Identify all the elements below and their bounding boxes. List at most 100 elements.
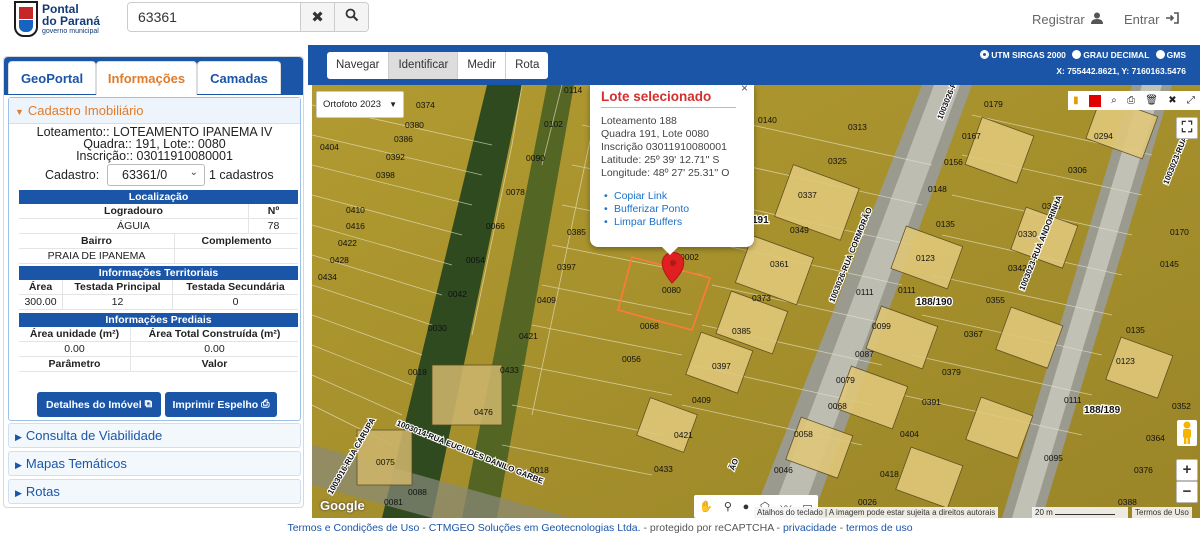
cadastro-imobiliario-section: ▼ Cadastro Imobiliário Loteamento:: LOTEA… xyxy=(8,97,301,421)
panel-tabs: GeoPortal Informações Camadas xyxy=(4,57,303,95)
svg-text:0392: 0392 xyxy=(386,152,405,162)
bufferizar-ponto-link[interactable]: Bufferizar Ponto xyxy=(604,204,689,216)
cadastro-select[interactable]: 63361/0 ⌄ xyxy=(107,164,205,186)
consulta-viabilidade-header[interactable]: ▶ Consulta de Viabilidade xyxy=(8,423,301,448)
register-link[interactable]: Registrar xyxy=(1032,12,1104,27)
close-popup-icon[interactable]: × xyxy=(741,85,748,95)
svg-text:0352: 0352 xyxy=(1172,401,1191,411)
fullscreen-button[interactable]: ⛶ xyxy=(1176,117,1198,139)
radio-gms[interactable] xyxy=(1155,50,1165,59)
search-button[interactable] xyxy=(334,3,368,31)
caret-down-icon: ▼ xyxy=(15,107,24,117)
svg-text:0410: 0410 xyxy=(346,205,365,215)
imprimir-espelho-button[interactable]: Imprimir Espelho ⎙ xyxy=(165,392,277,417)
svg-text:0386: 0386 xyxy=(394,134,413,144)
search-input[interactable] xyxy=(128,3,300,31)
detalhes-imovel-button[interactable]: Detalhes do Imóvel ⧉ xyxy=(37,392,161,417)
zoom-out-button[interactable]: − xyxy=(1176,481,1198,503)
svg-text:0421: 0421 xyxy=(519,331,538,341)
cadastro-row: Cadastro: 63361/0 ⌄ 1 cadastros xyxy=(9,164,300,186)
tool-navegar[interactable]: Navegar xyxy=(327,52,390,79)
svg-text:0355: 0355 xyxy=(986,295,1005,305)
terms-of-use-link[interactable]: termos de uso xyxy=(846,522,913,534)
svg-text:0434: 0434 xyxy=(318,272,337,282)
svg-text:0376: 0376 xyxy=(1134,465,1153,475)
hand-icon[interactable]: ✋ xyxy=(699,500,713,513)
signal-icon[interactable]: ▮ xyxy=(1073,95,1079,106)
svg-text:0046: 0046 xyxy=(774,465,793,475)
svg-text:0056: 0056 xyxy=(622,354,641,364)
trash-icon[interactable]: 🗑 xyxy=(1145,95,1158,106)
svg-text:0422: 0422 xyxy=(338,238,357,248)
tab-camadas[interactable]: Camadas xyxy=(197,61,281,94)
svg-text:0349: 0349 xyxy=(790,225,809,235)
svg-text:0404: 0404 xyxy=(320,142,339,152)
privacy-link[interactable]: privacidade xyxy=(783,522,837,534)
login-link[interactable]: Entrar xyxy=(1124,12,1179,27)
svg-text:0433: 0433 xyxy=(654,464,673,474)
expand-icon[interactable]: ⤢ xyxy=(1187,95,1195,106)
svg-text:0140: 0140 xyxy=(758,115,777,125)
svg-text:0380: 0380 xyxy=(405,120,424,130)
svg-text:0167: 0167 xyxy=(962,131,981,141)
external-link-icon: ⧉ xyxy=(144,398,153,410)
map-view[interactable]: 0114 0374 0380 0386 0392 0398 0404 0410 0416 0422… xyxy=(312,85,1200,518)
sign-in-icon xyxy=(1162,12,1179,27)
radio-utm[interactable] xyxy=(980,50,990,59)
limpar-buffers-link[interactable]: Limpar Buffers xyxy=(604,217,682,229)
svg-text:0030: 0030 xyxy=(428,323,447,333)
ortofoto-select[interactable]: Ortofoto 2023 ▼ xyxy=(316,91,404,118)
radio-grau-decimal[interactable] xyxy=(1072,50,1082,59)
clear-search-button[interactable]: ✖ xyxy=(300,3,334,31)
svg-text:0156: 0156 xyxy=(944,157,963,167)
chevron-down-icon: ⌄ xyxy=(189,167,198,178)
coord-system-options: UTM SIRGAS 2000 GRAU DECIMAL GMS xyxy=(976,50,1186,60)
tab-informacoes[interactable]: Informações xyxy=(96,61,197,95)
zoom-in-button[interactable]: + xyxy=(1176,459,1198,481)
svg-text:0080: 0080 xyxy=(662,285,681,295)
svg-text:0087: 0087 xyxy=(855,349,874,359)
svg-text:0095: 0095 xyxy=(1044,453,1063,463)
map-attribution: Atalhos do teclado | A imagem pode estar… xyxy=(754,507,999,518)
map-terms-link[interactable]: Termos de Uso xyxy=(1132,507,1192,518)
rotas-header[interactable]: ▶ Rotas xyxy=(8,479,301,504)
svg-text:0306: 0306 xyxy=(1068,165,1087,175)
mapas-tematicos-header[interactable]: ▶ Mapas Temáticos xyxy=(8,451,301,476)
svg-text:0364: 0364 xyxy=(1146,433,1165,443)
svg-text:0135: 0135 xyxy=(936,219,955,229)
svg-text:0068: 0068 xyxy=(640,321,659,331)
svg-text:0374: 0374 xyxy=(416,100,435,110)
scale-bar: 20 m xyxy=(1032,507,1128,518)
territoriais-table: Informações Territoriais Área Testada Pri… xyxy=(19,266,298,310)
caret-right-icon: ▶ xyxy=(15,432,22,442)
print-icon[interactable]: ⎙ xyxy=(1127,95,1135,106)
tool-medir[interactable]: Medir xyxy=(458,52,507,79)
street-view-pegman-icon[interactable] xyxy=(1177,420,1197,446)
circle-icon[interactable]: ● xyxy=(743,501,750,513)
svg-text:0042: 0042 xyxy=(448,289,467,299)
svg-text:0294: 0294 xyxy=(1094,131,1113,141)
svg-text:0090: 0090 xyxy=(526,153,545,163)
svg-text:0111: 0111 xyxy=(898,285,916,295)
tab-geoportal[interactable]: GeoPortal xyxy=(8,61,96,94)
svg-text:0088: 0088 xyxy=(408,487,427,497)
search-icon[interactable]: ⌕ xyxy=(1111,95,1117,106)
marker-icon[interactable]: ⚲ xyxy=(724,500,732,513)
pontal-logo[interactable]: Pontal do Paraná governo municipal xyxy=(14,1,104,39)
terms-link[interactable]: Termos e Condições de Uso xyxy=(287,522,419,534)
tool-identificar[interactable]: Identificar xyxy=(389,52,459,79)
side-panel: GeoPortal Informações Camadas ▼ Cadastro … xyxy=(3,56,304,508)
color-swatch-icon[interactable] xyxy=(1088,94,1101,107)
svg-text:0123: 0123 xyxy=(916,253,935,263)
tool-rota[interactable]: Rota xyxy=(506,52,548,79)
svg-text:0388: 0388 xyxy=(1118,497,1137,507)
copiar-link[interactable]: Copiar Link xyxy=(604,191,667,203)
prediais-table: Informações Prediais Área unidade (m²) Ár… xyxy=(19,313,298,372)
inscricao-line: Inscrição:: 03011910080001 xyxy=(76,149,233,163)
lote-popup: Lote selecionado × Loteamento 188 Quadra… xyxy=(590,85,754,255)
company-link[interactable]: CTMGEO Soluções em Geotecnologias Ltda. xyxy=(429,522,641,534)
svg-text:0373: 0373 xyxy=(752,293,771,303)
close-icon[interactable]: ✖ xyxy=(1168,95,1176,106)
cadastro-imobiliario-header[interactable]: ▼ Cadastro Imobiliário xyxy=(9,98,300,124)
svg-text:0054: 0054 xyxy=(466,255,485,265)
